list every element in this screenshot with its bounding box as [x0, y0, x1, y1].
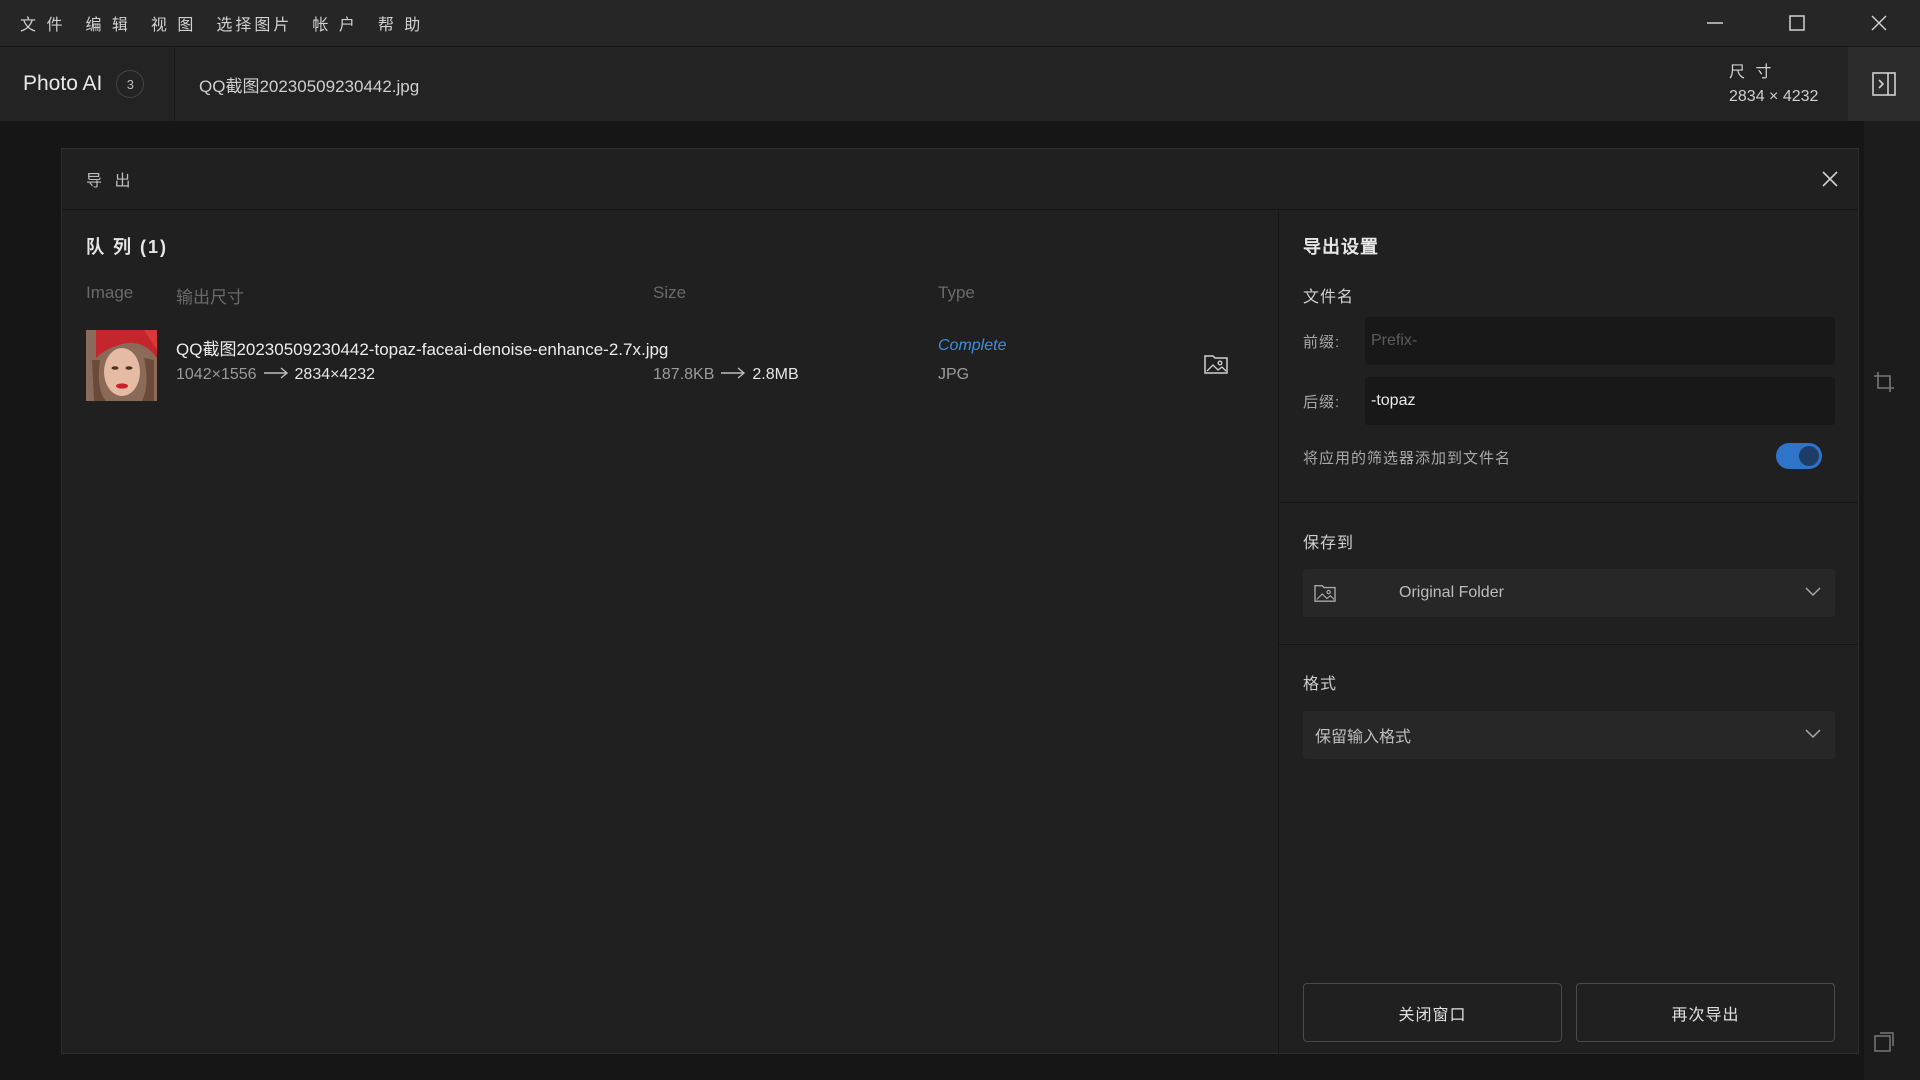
menu-view[interactable]: 视 图	[141, 11, 206, 35]
app-header: Photo AI 3 QQ截图20230509230442.jpg 尺 寸 28…	[0, 47, 1920, 121]
dialog-close-button[interactable]	[1820, 169, 1840, 189]
window-controls	[1674, 0, 1920, 46]
menu-edit[interactable]: 编 辑	[75, 11, 140, 35]
result-file-size: 2.8MB	[752, 366, 799, 383]
input-dimensions: 1042×1556	[176, 366, 257, 383]
format-dropdown[interactable]: 保留输入格式	[1303, 711, 1835, 759]
close-window-button[interactable]: 关闭窗口	[1303, 983, 1562, 1042]
format-value: 保留输入格式	[1315, 729, 1412, 746]
open-folder-button[interactable]	[1203, 353, 1229, 380]
section-divider	[1279, 502, 1858, 503]
current-file-title: QQ截图20230509230442.jpg	[199, 76, 420, 96]
column-header-type: Type	[938, 283, 975, 302]
section-divider	[1279, 644, 1858, 645]
dialog-header: 导 出	[62, 149, 1858, 210]
queue-title: 队 列 (1)	[86, 237, 169, 257]
file-size-change: 187.8KB 2.8MB	[653, 366, 799, 384]
menu-select-image[interactable]: 选择图片	[206, 11, 302, 35]
toggle-knob	[1799, 446, 1819, 466]
export-again-button[interactable]: 再次导出	[1576, 983, 1835, 1042]
suffix-input[interactable]	[1365, 377, 1835, 425]
queue-panel: 队 列 (1) Image 输出尺寸 Size Type QQ截图2023050…	[62, 211, 1278, 1054]
compare-view-button[interactable]	[1872, 1030, 1896, 1059]
image-thumbnail	[86, 330, 157, 401]
column-header-output-size: 输出尺寸	[176, 288, 244, 307]
header-divider	[174, 47, 175, 121]
save-to-value: Original Folder	[1399, 584, 1504, 601]
filename-section-label: 文件名	[1303, 289, 1355, 306]
crop-icon	[1874, 372, 1894, 392]
background-sidebar	[1864, 121, 1920, 1080]
format-label: 格式	[1303, 676, 1338, 693]
file-type: JPG	[938, 366, 970, 383]
settings-title: 导出设置	[1303, 237, 1379, 257]
dimensions-label: 尺 寸	[1729, 64, 1775, 81]
menu-bar: 文 件 编 辑 视 图 选择图片 帐 户 帮 助	[0, 0, 1920, 46]
menu-help[interactable]: 帮 助	[368, 11, 433, 35]
image-folder-icon	[1204, 355, 1228, 374]
minimize-button[interactable]	[1674, 0, 1756, 46]
dialog-title: 导 出	[86, 173, 135, 190]
portrait-thumbnail-image	[86, 330, 157, 401]
suffix-label: 后缀:	[1303, 394, 1341, 411]
menu-file[interactable]: 文 件	[10, 11, 75, 35]
prefix-input[interactable]	[1365, 317, 1835, 365]
panel-toggle-button[interactable]	[1848, 47, 1920, 121]
input-file-size: 187.8KB	[653, 366, 715, 383]
append-filters-toggle[interactable]	[1776, 443, 1822, 469]
column-header-image: Image	[86, 283, 134, 302]
menu-account[interactable]: 帐 户	[302, 11, 367, 35]
append-filters-label: 将应用的筛选器添加到文件名	[1303, 450, 1512, 467]
image-folder-icon	[1314, 585, 1336, 602]
sidebar-toggle-icon	[1872, 72, 1896, 96]
close-icon	[1822, 171, 1838, 187]
maximize-button[interactable]	[1756, 0, 1838, 46]
export-status: Complete	[938, 337, 1007, 354]
dimensions-value: 2834 × 4232	[1729, 88, 1819, 105]
close-window-button[interactable]	[1838, 0, 1920, 46]
arrow-right-icon	[720, 366, 746, 384]
queue-file-name: QQ截图20230509230442-topaz-faceai-denoise-…	[176, 340, 669, 359]
chevron-down-icon	[1805, 729, 1821, 739]
prefix-label: 前缀:	[1303, 334, 1341, 351]
export-dialog: 导 出 队 列 (1) Image 输出尺寸 Size Type QQ截图202…	[61, 148, 1859, 1054]
result-dimensions: 2834×4232	[294, 366, 376, 383]
save-to-dropdown[interactable]: Original Folder	[1303, 569, 1835, 617]
app-title: Photo AI	[23, 72, 103, 95]
crop-tool-button[interactable]	[1872, 370, 1896, 399]
output-dimensions: 1042×1556 2834×4232	[176, 366, 375, 384]
column-header-size: Size	[653, 283, 687, 302]
image-count-badge: 3	[116, 70, 145, 98]
maximize-icon	[1789, 15, 1805, 31]
chevron-down-icon	[1805, 587, 1821, 597]
minimize-icon	[1707, 22, 1723, 24]
export-settings-panel: 导出设置 文件名 前缀: 后缀: 将应用的筛选器添加到文件名 保存到 Origi…	[1279, 211, 1858, 1054]
close-icon	[1871, 15, 1887, 31]
image-compare-icon	[1874, 1032, 1894, 1052]
arrow-right-icon	[263, 366, 289, 384]
save-to-label: 保存到	[1303, 535, 1355, 552]
